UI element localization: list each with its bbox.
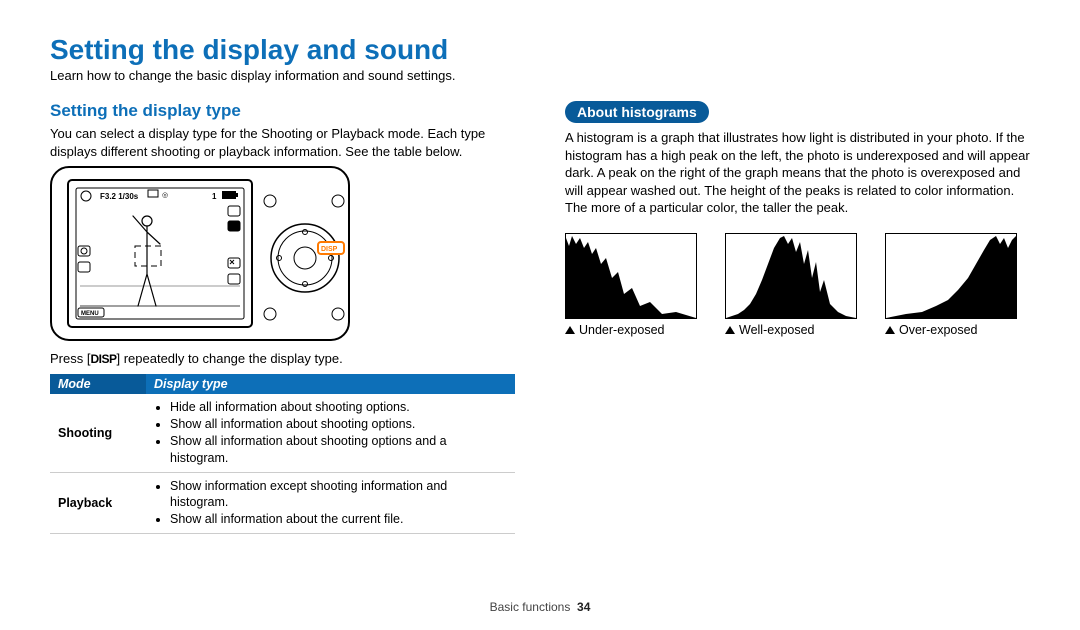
histogram-over: Over-exposed bbox=[885, 233, 1015, 337]
press-prefix: Press [ bbox=[50, 351, 90, 366]
triangle-icon bbox=[725, 326, 735, 334]
histogram-caption: Over-exposed bbox=[885, 323, 1015, 337]
svg-text:MENU: MENU bbox=[81, 311, 99, 317]
page-title: Setting the display and sound bbox=[50, 34, 1030, 66]
svg-text:F3.2 1/30s: F3.2 1/30s bbox=[100, 192, 139, 201]
histogram-caption: Well-exposed bbox=[725, 323, 855, 337]
display-type-table: Mode Display type Shooting Hide all info… bbox=[50, 374, 515, 534]
page: Setting the display and sound Learn how … bbox=[0, 0, 1080, 630]
table-header-mode: Mode bbox=[50, 374, 146, 394]
histogram-under: Under-exposed bbox=[565, 233, 695, 337]
intro-text: Learn how to change the basic display in… bbox=[50, 68, 1030, 83]
histogram-row: Under-exposed Well-exposed bbox=[565, 233, 1030, 337]
type-cell: Hide all information about shooting opti… bbox=[146, 394, 515, 472]
histogram-paragraph: A histogram is a graph that illustrates … bbox=[565, 129, 1030, 217]
list-item: Show all information about shooting opti… bbox=[170, 433, 507, 467]
histogram-graph-over bbox=[885, 233, 1017, 319]
list-item: Show information except shooting informa… bbox=[170, 478, 507, 512]
page-number: 34 bbox=[577, 600, 590, 614]
svg-text:DISP: DISP bbox=[321, 246, 338, 253]
svg-text:1: 1 bbox=[212, 192, 217, 201]
triangle-icon bbox=[885, 326, 895, 334]
histogram-graph-under bbox=[565, 233, 697, 319]
about-histograms-pill: About histograms bbox=[565, 101, 709, 123]
footer: Basic functions 34 bbox=[0, 600, 1080, 614]
svg-text:◎: ◎ bbox=[162, 192, 168, 199]
table-header-type: Display type bbox=[146, 374, 515, 394]
footer-section: Basic functions bbox=[490, 600, 571, 614]
svg-text:P: P bbox=[231, 224, 236, 231]
disp-button-icon: DISP bbox=[90, 352, 116, 366]
mode-cell: Shooting bbox=[50, 394, 146, 472]
triangle-icon bbox=[565, 326, 575, 334]
histogram-caption: Under-exposed bbox=[565, 323, 695, 337]
left-column: Setting the display type You can select … bbox=[50, 101, 515, 534]
type-cell: Show information except shooting informa… bbox=[146, 472, 515, 534]
histogram-well: Well-exposed bbox=[725, 233, 855, 337]
histogram-graph-well bbox=[725, 233, 857, 319]
section-subtitle: Setting the display type bbox=[50, 101, 515, 121]
columns: Setting the display type You can select … bbox=[50, 101, 1030, 534]
list-item: Hide all information about shooting opti… bbox=[170, 399, 507, 416]
table-row: Playback Show information except shootin… bbox=[50, 472, 515, 534]
caption-text: Over-exposed bbox=[899, 323, 978, 337]
right-column: About histograms A histogram is a graph … bbox=[565, 101, 1030, 534]
camera-illustration: F3.2 1/30s ◎ 1 P bbox=[50, 166, 350, 341]
list-item: Show all information about shooting opti… bbox=[170, 416, 507, 433]
table-row: Shooting Hide all information about shoo… bbox=[50, 394, 515, 472]
press-instruction: Press [DISP] repeatedly to change the di… bbox=[50, 351, 515, 366]
press-suffix: ] repeatedly to change the display type. bbox=[116, 351, 342, 366]
section-paragraph: You can select a display type for the Sh… bbox=[50, 125, 515, 160]
list-item: Show all information about the current f… bbox=[170, 511, 507, 528]
mode-cell: Playback bbox=[50, 472, 146, 534]
caption-text: Well-exposed bbox=[739, 323, 815, 337]
caption-text: Under-exposed bbox=[579, 323, 664, 337]
